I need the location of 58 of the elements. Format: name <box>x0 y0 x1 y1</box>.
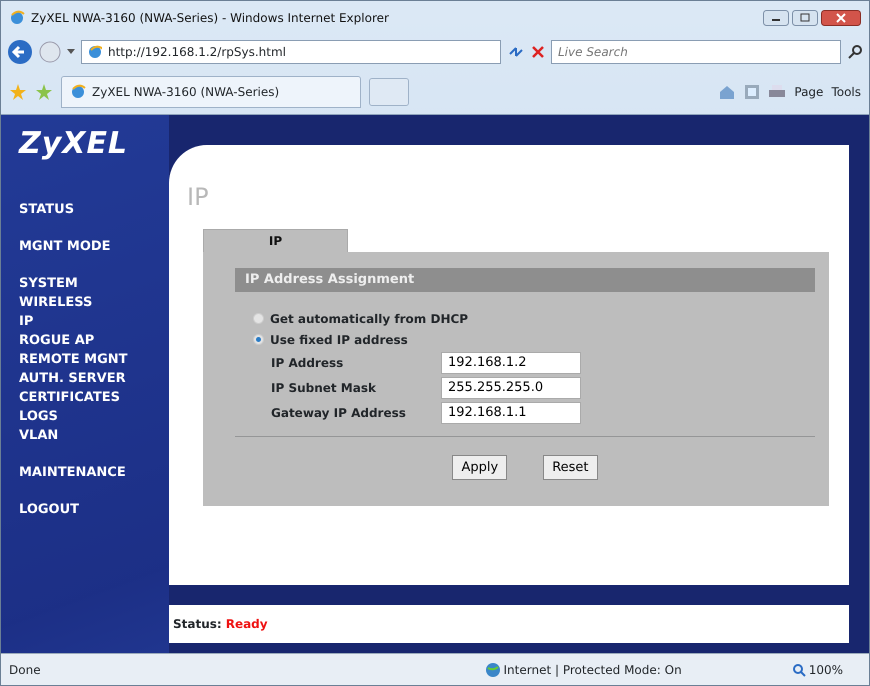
star-icon[interactable] <box>9 82 27 100</box>
address-field[interactable]: http://192.168.1.2/rpSys.html <box>81 40 501 64</box>
input-field[interactable]: 255.255.255.0 <box>441 376 581 398</box>
status-value: Ready <box>226 616 268 633</box>
nav-link[interactable]: STATUS <box>19 200 169 219</box>
maximize-button[interactable] <box>792 10 818 26</box>
forward-button[interactable] <box>39 41 61 63</box>
logo: ZyXEL <box>19 125 130 163</box>
tab-title: ZyXEL NWA-3160 (NWA-Series) <box>92 84 280 100</box>
radio-button[interactable] <box>253 334 264 345</box>
command-menu[interactable]: Page <box>794 82 824 100</box>
nav-link[interactable]: LOGOUT <box>19 500 169 519</box>
status-label: Status: <box>173 616 222 633</box>
nav-link[interactable]: REMOTE MGNT <box>19 350 169 369</box>
browser-tab[interactable]: ZyXEL NWA-3160 (NWA-Series) <box>61 76 361 108</box>
command-menu[interactable]: Tools <box>831 82 861 100</box>
radio-label: Use fixed IP address <box>270 332 408 348</box>
nav-link[interactable]: SYSTEM <box>19 274 169 293</box>
nav-link[interactable]: AUTH. SERVER <box>19 369 169 388</box>
caret-icon[interactable] <box>67 49 75 55</box>
back-button[interactable] <box>7 39 33 65</box>
page-icon <box>88 45 102 59</box>
nav-link[interactable]: VLAN <box>19 426 169 445</box>
page-title: IP <box>187 182 210 213</box>
minimize-button[interactable] <box>763 10 789 26</box>
field-label: IP Address <box>271 354 344 372</box>
input-field[interactable]: 192.168.1.1 <box>441 402 581 424</box>
section-header: IP Address Assignment <box>235 268 815 292</box>
status-text: Done <box>9 662 41 678</box>
url-text: http://192.168.1.2/rpSys.html <box>108 44 286 61</box>
nav-link[interactable]: IP <box>19 312 169 331</box>
home-icon[interactable] <box>718 84 736 100</box>
nav-link[interactable]: MGNT MODE <box>19 237 169 256</box>
zoom-level[interactable]: 100% <box>808 660 843 678</box>
radio-label: Get automatically from DHCP <box>270 310 468 328</box>
radio-button[interactable] <box>253 313 264 324</box>
input-field[interactable]: 192.168.1.2 <box>441 352 581 374</box>
nav-link[interactable]: CERTIFICATES <box>19 388 169 407</box>
nav-link[interactable]: WIRELESS <box>19 293 169 312</box>
form-button[interactable]: Apply <box>452 454 508 480</box>
search-field[interactable]: Live Search <box>551 40 841 64</box>
printer-icon[interactable] <box>768 84 786 100</box>
nav-link[interactable]: ROGUE AP <box>19 331 169 350</box>
globe-icon <box>484 662 501 678</box>
browser-logo-icon <box>9 10 25 26</box>
tab[interactable]: IP <box>203 229 348 252</box>
nav-link[interactable]: MAINTENANCE <box>19 463 169 482</box>
search-icon[interactable] <box>847 44 863 60</box>
zoom-icon[interactable] <box>792 662 806 676</box>
window-title: ZyXEL NWA-3160 (NWA-Series) - Windows Internet Explorer <box>31 10 389 27</box>
close-icon[interactable] <box>531 45 545 59</box>
close-button[interactable] <box>821 10 861 26</box>
field-label: Gateway IP Address <box>271 404 407 422</box>
browser-logo-icon <box>70 84 86 100</box>
nav-link[interactable]: LOGS <box>19 407 169 426</box>
zone-text: Internet | Protected Mode: On <box>504 662 682 678</box>
field-label: IP Subnet Mask <box>271 380 377 396</box>
form-button[interactable]: Reset <box>543 454 598 480</box>
